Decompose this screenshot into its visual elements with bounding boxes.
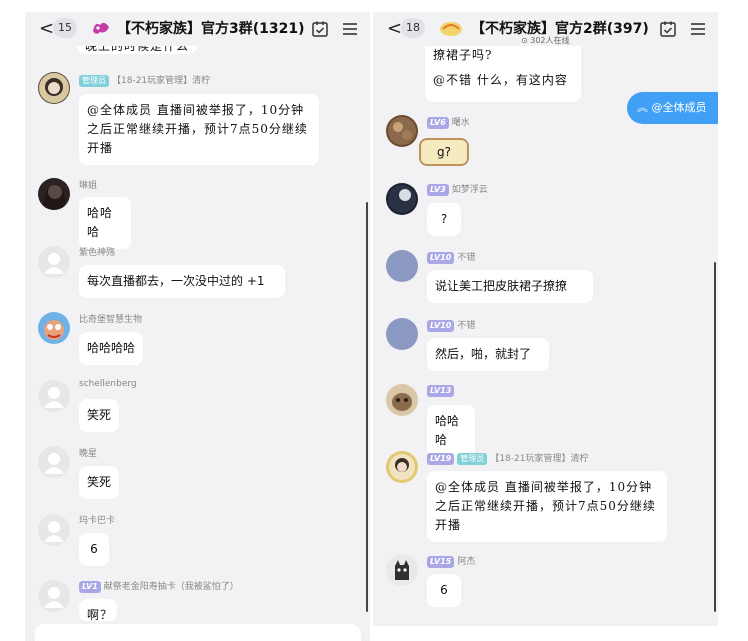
message-bubble[interactable]: 笑死	[79, 399, 119, 432]
default-avatar-icon	[44, 253, 64, 274]
avatar[interactable]	[38, 380, 70, 412]
avatar[interactable]	[38, 246, 70, 278]
level-badge: LV10	[427, 320, 455, 332]
avatar[interactable]	[38, 178, 70, 210]
back-icon[interactable]: <	[387, 18, 402, 39]
sender-name: LV19 管理员 【18-21玩家管理】清柠	[427, 451, 588, 465]
level-badge: LV6	[427, 117, 449, 129]
sender-name: LV10 不错	[427, 318, 475, 332]
sender-name: 琳姐	[79, 181, 98, 191]
avatar-image	[388, 185, 416, 213]
sender-name: LV15 阿杰	[427, 554, 475, 568]
unread-badge: 15	[53, 18, 77, 38]
message-text: @不错 什么，有这内容	[433, 73, 568, 87]
sender-name: 比奇堡智慧生物	[79, 315, 143, 325]
sender-name: schellenberg	[79, 379, 137, 389]
avatar[interactable]	[386, 250, 418, 282]
chat-header: < 18 【不朽家族】官方2群(397) ⊙ 302人在线	[373, 12, 718, 46]
level-badge: LV13	[427, 385, 455, 397]
sender-name: 玛卡巴卡	[79, 516, 116, 526]
unread-badge: 18	[401, 18, 425, 38]
avatar[interactable]	[386, 115, 418, 147]
message-bubble[interactable]: 笑死	[79, 466, 119, 499]
scrollbar[interactable]	[366, 202, 368, 612]
sender-name: LV10 不错	[427, 250, 475, 264]
message-bubble[interactable]: 哈哈哈	[427, 405, 475, 457]
sender-name: LV6 曙水	[427, 115, 470, 129]
avatar[interactable]	[38, 446, 70, 478]
avatar-image	[43, 184, 66, 210]
sender-name: LV3 如梦浮云	[427, 182, 488, 196]
avatar[interactable]	[38, 312, 70, 344]
online-count: ⊙ 302人在线	[521, 36, 570, 45]
chat-panel-right: < 18 【不朽家族】官方2群(397) ⊙ 302人在线 撩裙子吗? @不错 …	[373, 12, 718, 626]
sender-name: LV13	[427, 385, 457, 397]
avatar[interactable]	[38, 580, 70, 612]
back-icon[interactable]: <	[39, 18, 54, 39]
sender-name: 晚星	[79, 449, 98, 459]
level-badge: LV1	[79, 581, 101, 593]
message-input-bar[interactable]	[35, 624, 361, 641]
default-avatar-icon	[44, 387, 64, 408]
chat-panel-left: < 15 【不朽家族】官方3群(1321) 晚上的时候是什么 管理员 【18-21…	[25, 12, 370, 641]
message-bubble[interactable]: g?	[419, 138, 469, 166]
level-badge: LV10	[427, 252, 455, 264]
avatar[interactable]	[386, 554, 418, 586]
message-bubble[interactable]: ?	[427, 203, 461, 236]
message-bubble[interactable]: 哈哈哈	[79, 197, 131, 249]
sender-name: LV1 献祭老金阳寿抽卡（我被鲨怕了）	[79, 579, 239, 593]
message-bubble[interactable]: 哈哈哈哈	[79, 332, 143, 365]
default-avatar-icon	[44, 453, 64, 474]
message-bubble[interactable]: 每次直播都去，一次没中过的 +1	[79, 265, 285, 298]
chevrons-up-icon: ︽	[637, 101, 648, 114]
message-bubble[interactable]: @全体成员 直播间被举报了，10分钟之后正常继续开播，预计7点50分继续开播	[79, 94, 319, 165]
level-badge: LV15	[427, 556, 455, 568]
menu-icon[interactable]	[689, 20, 707, 38]
message-bubble[interactable]: 6	[427, 574, 461, 607]
sender-name: 管理员 【18-21玩家管理】清柠	[79, 73, 210, 87]
avatar-image	[388, 117, 416, 145]
avatar[interactable]	[386, 318, 418, 350]
chat-header: < 15 【不朽家族】官方3群(1321)	[25, 12, 370, 46]
calendar-check-icon[interactable]	[311, 20, 329, 38]
menu-icon[interactable]	[341, 20, 359, 38]
level-badge: LV3	[427, 184, 449, 196]
message-bubble[interactable]: @全体成员 直播间被举报了，10分钟之后正常继续开播，预计7点50分继续开播	[427, 471, 667, 542]
avatar-image	[39, 73, 69, 103]
message-bubble[interactable]: 然后，啪，就封了	[427, 338, 549, 371]
group-title: 【不朽家族】官方3群(1321)	[117, 21, 305, 37]
avatar[interactable]	[386, 384, 418, 416]
admin-badge: 管理员	[79, 75, 109, 87]
avatar-image	[389, 454, 415, 480]
default-avatar-icon	[44, 521, 64, 542]
message-text: 撩裙子吗?	[433, 48, 493, 62]
level-badge: LV19	[427, 453, 455, 465]
avatar[interactable]	[38, 72, 70, 104]
group-logo-icon	[440, 22, 462, 36]
avatar[interactable]	[38, 514, 70, 546]
avatar-image	[395, 560, 409, 580]
group-logo-icon	[93, 22, 109, 34]
sender-name: 紫色神殇	[79, 248, 116, 258]
avatar[interactable]	[386, 451, 418, 483]
message-bubble[interactable]: 啊？	[79, 599, 117, 621]
default-avatar-icon	[44, 587, 64, 608]
avatar[interactable]	[386, 183, 418, 215]
scrollbar[interactable]	[714, 262, 716, 612]
calendar-check-icon[interactable]	[659, 20, 677, 38]
mention-all-jump-button[interactable]: ︽ @全体成员	[627, 92, 718, 124]
message-bubble[interactable]: 6	[79, 533, 109, 566]
avatar-image	[392, 393, 412, 411]
avatar-image	[44, 320, 64, 340]
message-bubble[interactable]: 说让美工把皮肤裙子撩撩	[427, 270, 593, 303]
admin-badge: 管理员	[457, 453, 488, 465]
